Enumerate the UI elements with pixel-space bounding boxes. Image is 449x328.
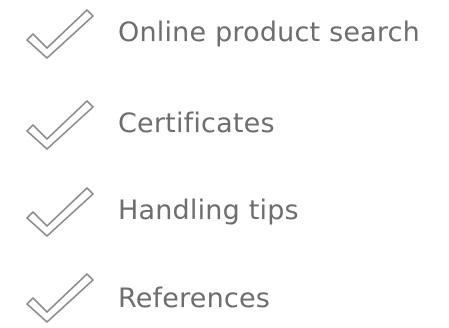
list-item: Certificates: [0, 95, 449, 155]
checkmark-outline-icon: [24, 271, 96, 325]
checkmark-outline-icon: [24, 98, 96, 152]
checkmark-outline-icon: [24, 185, 96, 239]
list-item: Handling tips: [0, 182, 449, 242]
list-item-label: Handling tips: [118, 195, 299, 226]
list-item-label: References: [118, 283, 271, 314]
list-item-label: Online product search: [118, 17, 420, 48]
list-item-label: Certificates: [118, 108, 275, 139]
list-item: References: [0, 268, 449, 328]
checkmark-outline-icon: [24, 7, 96, 61]
list-item: Online product search: [0, 4, 449, 64]
feature-checklist: Online product search Certificates Handl…: [0, 0, 449, 323]
